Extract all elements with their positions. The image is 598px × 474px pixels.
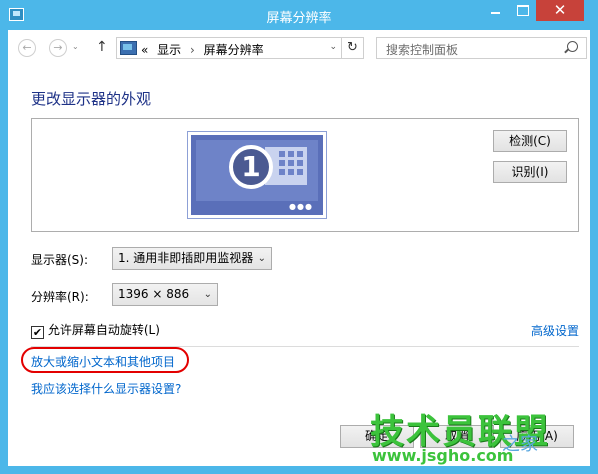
- back-button[interactable]: ←: [18, 39, 36, 57]
- close-button[interactable]: ✕: [536, 0, 584, 21]
- auto-rotate-checkbox[interactable]: ✔: [31, 326, 44, 339]
- display-label: 显示器(S):: [31, 253, 89, 267]
- search-placeholder: 搜索控制面板: [386, 43, 459, 57]
- detect-button[interactable]: 检测(C): [493, 130, 567, 152]
- minimize-button[interactable]: [482, 0, 509, 21]
- maximize-button[interactable]: [509, 0, 536, 21]
- breadcrumb-item-display[interactable]: 显示: [157, 43, 181, 57]
- resolution-label: 分辨率(R):: [31, 290, 89, 304]
- advanced-settings-link[interactable]: 高级设置: [531, 322, 579, 339]
- breadcrumb-item-resolution[interactable]: 屏幕分辨率: [204, 43, 264, 57]
- monitor-preview-area: 1 ●●● 检测(C) 识别(I): [31, 118, 579, 232]
- address-dropdown-icon[interactable]: ⌄: [329, 42, 337, 52]
- resolution-select[interactable]: 1396 × 886 ⌄: [112, 283, 218, 306]
- search-icon[interactable]: [567, 41, 578, 52]
- display-select[interactable]: 1. 通用非即插即用监视器 ⌄: [112, 247, 272, 270]
- window-frame-right: [590, 30, 598, 474]
- search-box[interactable]: 搜索控制面板: [376, 37, 587, 59]
- auto-rotate-label[interactable]: 允许屏幕自动旋转(L): [48, 323, 160, 337]
- page-title: 更改显示器的外观: [31, 90, 152, 108]
- address-bar[interactable]: « 显示 › 屏幕分辨率 ⌄: [116, 37, 342, 59]
- up-button[interactable]: ↑: [96, 39, 108, 55]
- chevron-down-icon: ⌄: [257, 253, 266, 264]
- breadcrumb-separator[interactable]: ›: [190, 43, 195, 57]
- chevron-down-icon: ⌄: [203, 289, 212, 300]
- watermark-url: www.jsgho.com: [372, 446, 514, 465]
- refresh-button[interactable]: ↻: [342, 37, 364, 59]
- navigation-bar: ← → ⌄ ↑ « 显示 › 屏幕分辨率 ⌄ ↻ 搜索控制面板: [8, 30, 590, 67]
- window-frame-left: [0, 30, 8, 474]
- auto-rotate-row: ✔ 允许屏幕自动旋转(L): [31, 321, 160, 339]
- display-location-icon: [120, 41, 137, 55]
- recent-locations-icon[interactable]: ⌄: [72, 42, 79, 51]
- window-frame-bottom: [0, 466, 598, 474]
- monitor-1-tile[interactable]: 1 ●●●: [188, 132, 326, 218]
- display-select-value: 1. 通用非即插即用监视器: [118, 251, 254, 265]
- monitor-dots-icon: ●●●: [289, 202, 313, 211]
- breadcrumb-overflow[interactable]: «: [141, 43, 148, 57]
- breadcrumb: « 显示 › 屏幕分辨率: [141, 41, 264, 58]
- title-bar: 屏幕分辨率 ✕: [0, 0, 598, 30]
- identify-button[interactable]: 识别(I): [493, 161, 567, 183]
- enlarge-text-link[interactable]: 放大或缩小文本和其他项目: [31, 353, 175, 370]
- display-settings-help-link[interactable]: 我应该选择什么显示器设置?: [31, 380, 181, 397]
- resolution-select-value: 1396 × 886: [118, 287, 190, 301]
- forward-button[interactable]: →: [49, 39, 67, 57]
- monitor-number-badge: 1: [229, 145, 273, 189]
